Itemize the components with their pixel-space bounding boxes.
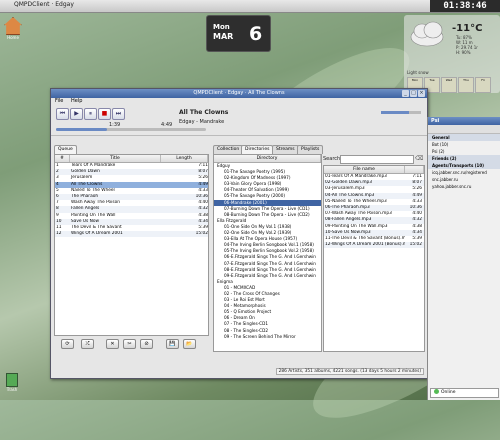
menu-file[interactable]: File (55, 98, 63, 104)
col-length[interactable]: Length (161, 155, 208, 162)
psi-toolbar (428, 125, 500, 134)
window-titlebar[interactable]: QMPDClient · Edgay · All The Clowns _ □ … (51, 89, 427, 98)
queue-row[interactable]: 12 Wings Of A Dream 2001 15:02 (55, 231, 208, 238)
psi-status-selector[interactable]: Online (430, 388, 499, 398)
contact-group[interactable]: General (428, 134, 500, 141)
date-widget: Mon MAR 6 (206, 15, 271, 52)
directory-item[interactable]: 09-E.Fitzgerald Sings The G. And I.Gersh… (214, 273, 321, 279)
queue-list: # Title Length 1 Tears Of A Mandrake 7:11 2… (54, 154, 209, 336)
queue-refresh-button[interactable]: ⟳ (61, 339, 74, 349)
queue-header: # Title Length (55, 155, 208, 163)
contact-item[interactable]: Bot (10) (428, 141, 500, 148)
queue-clear-button[interactable]: ⊘ (140, 339, 153, 349)
weather-temperature: -11°C (452, 23, 483, 34)
search-label: Search (323, 156, 341, 162)
directory-item[interactable]: 07-Burning Down The Opera - Live (CD1) (214, 206, 321, 212)
stop-button[interactable]: ■ (98, 108, 111, 120)
pause-button[interactable]: ⏸ (84, 108, 97, 120)
queue-open-button[interactable]: 📂 (183, 339, 196, 349)
cloud-icon (410, 21, 444, 47)
date-month: MAR (213, 32, 234, 41)
clear-search-icon[interactable]: ⌫ (415, 155, 423, 163)
trash-label: Trash (6, 387, 18, 392)
directory-item[interactable]: 08-Burning Down The Opera - Live (CD2) (214, 212, 321, 218)
queue-save-button[interactable]: 💾 (166, 339, 179, 349)
seek-slider[interactable] (56, 128, 206, 131)
queue-cell-number: 12 (56, 231, 62, 237)
qmpdclient-window: QMPDClient · Edgay · All The Clowns _ □ … (50, 88, 428, 379)
contact-item[interactable]: Psi (2) (428, 148, 500, 155)
home-label: Home (7, 35, 19, 40)
top-panel: QMPDClient · Edgay 01:38:46 (0, 0, 500, 13)
contact-group[interactable]: Agents/Transports (10) (428, 162, 500, 169)
tab-queue[interactable]: Queue (54, 145, 77, 154)
file-name: 12-Wings Of A Dream 2001 (Bonus).mp3 (325, 242, 405, 248)
weather-widget: -11°C Tu: 87% W: 11 m P: 29.74 1r H: 90% L… (404, 15, 500, 93)
psi-status-label: Online (441, 390, 456, 395)
tab-streams[interactable]: Streams (272, 145, 299, 154)
next-button[interactable]: ⏭ (112, 108, 125, 120)
panel-clock[interactable]: 01:38:46 (430, 0, 500, 12)
queue-cell-title: Wings Of A Dream 2001 (71, 231, 123, 237)
active-window-title: QMPDClient · Edgay (14, 1, 74, 8)
trash-desktop-icon[interactable]: Trash (4, 373, 20, 392)
queue-crop-button[interactable]: ✂ (123, 339, 136, 349)
seek-fill (56, 128, 107, 131)
minimize-button[interactable]: _ (402, 90, 409, 97)
tab-directories[interactable]: Directories (241, 145, 274, 154)
home-desktop-icon[interactable]: Home (3, 17, 23, 47)
current-artist-album: Edgay - Mandrake (179, 119, 225, 125)
contact-group[interactable]: Friends (2) (428, 155, 500, 162)
tab-playlists[interactable]: Playlists (297, 145, 324, 154)
current-track: All The Clowns (179, 109, 229, 116)
col-number[interactable]: # (55, 155, 70, 162)
player-controls: ⏮ ▶ ⏸ ■ ⏭ All The Clowns Edgay - Mandrak… (51, 105, 427, 136)
status-bar: 286 Artists, 351 albums, 4221 songs. (13… (275, 368, 424, 375)
col-title[interactable]: Title (70, 155, 161, 162)
directory-header[interactable]: Directory (214, 155, 321, 162)
queue-remove-button[interactable]: ✕ (106, 339, 119, 349)
home-icon (4, 17, 22, 35)
queue-shuffle-button[interactable]: ⤮ (81, 339, 94, 349)
file-list: File name 01-Tears Of A Mandrake.mp3 7:11… (323, 165, 425, 352)
volume-slider[interactable] (381, 111, 421, 114)
date-number: 6 (249, 23, 263, 45)
close-button[interactable]: × (418, 90, 425, 97)
previous-button[interactable]: ⏮ (56, 108, 69, 120)
directory-item[interactable]: 08-E.Fitzgerald Sings The G. And I.Gersh… (214, 267, 321, 273)
menu-help[interactable]: Help (71, 98, 82, 104)
directory-item[interactable]: 06-E.Fitzgerald Sings The G. And I.Gersh… (214, 254, 321, 260)
volume-fill (381, 111, 409, 114)
directory-item[interactable]: 07-E.Fitzgerald Sings The G. And I.Gersh… (214, 261, 321, 267)
weather-condition: Light snow (407, 70, 429, 75)
date-day: Mon (213, 23, 230, 31)
file-row[interactable]: 12-Wings Of A Dream 2001 (Bonus).mp3 15:0… (324, 242, 424, 249)
window-title: QMPDClient · Edgay · All The Clowns (193, 90, 285, 96)
directory-item[interactable]: 09 - The Screen Behind The Mirror (214, 334, 321, 340)
contact-item[interactable]: yahoo.jabber.snc.ru (428, 183, 500, 190)
directory-tree: Directory Edguy 01-The Savage Poetry (199… (213, 154, 322, 352)
contact-item[interactable]: snc.jabber.ru (428, 176, 500, 183)
play-button[interactable]: ▶ (70, 108, 83, 120)
weather-details: Tu: 87% W: 11 m P: 29.74 1r H: 90% (456, 35, 478, 55)
menu-bar: File Help (51, 98, 427, 105)
tab-collection[interactable]: Collection (213, 145, 244, 154)
maximize-button[interactable]: □ (410, 90, 417, 97)
search-input[interactable] (340, 155, 414, 164)
contact-item[interactable]: icq.jabber.snc.ru/registered (428, 169, 500, 176)
online-status-icon (434, 389, 439, 394)
trash-icon (6, 373, 18, 387)
file-name-header[interactable]: File name (324, 166, 405, 173)
psi-window: Psi General Bot (10) Psi (2) Friends (2) Age… (427, 117, 500, 400)
file-length: 15:02 (409, 242, 422, 248)
psi-title[interactable]: Psi (428, 117, 500, 125)
queue-cell-length: 15:02 (195, 231, 208, 237)
